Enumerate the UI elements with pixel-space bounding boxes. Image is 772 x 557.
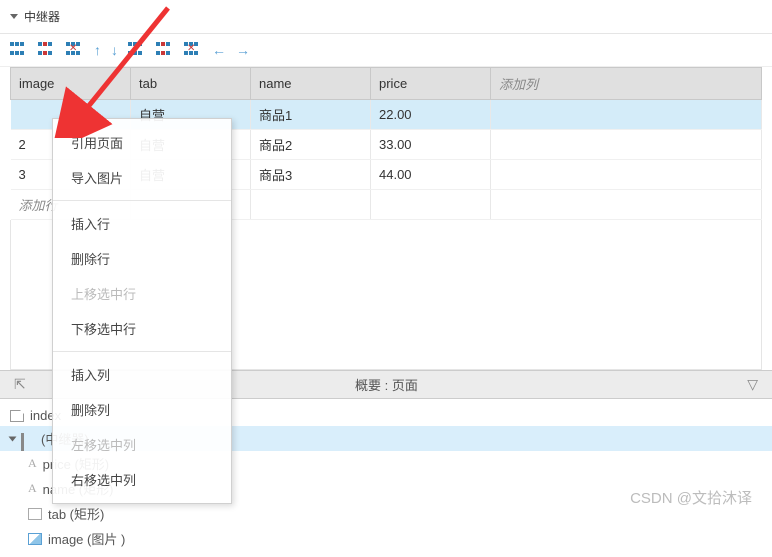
toolbar: ↑ ↓ ← → [0, 34, 772, 67]
move-right-icon[interactable]: → [236, 42, 250, 58]
tree-item[interactable]: image (图片 ) [0, 526, 772, 551]
move-left-icon[interactable]: ← [212, 42, 226, 58]
menu-move-row-up: 上移选中行 [53, 276, 231, 311]
text-icon: A [28, 456, 37, 471]
menu-separator [53, 200, 231, 201]
cell-price[interactable]: 33.00 [371, 130, 491, 160]
cell-empty[interactable] [491, 100, 762, 130]
tree-label: image (图片 ) [48, 529, 125, 548]
menu-move-row-down[interactable]: 下移选中行 [53, 311, 231, 346]
delete-col-icon[interactable] [184, 42, 202, 58]
cell-price[interactable]: 22.00 [371, 100, 491, 130]
outline-pin-icon[interactable]: ⇱ [10, 376, 30, 393]
move-up-icon[interactable]: ↑ [94, 42, 101, 58]
caret-down-icon [10, 14, 18, 19]
text-icon: A [28, 481, 37, 496]
image-icon [28, 533, 42, 545]
cell-name[interactable]: 商品3 [251, 160, 371, 190]
menu-move-col-right[interactable]: 右移选中列 [53, 462, 231, 497]
cell-price[interactable]: 44.00 [371, 160, 491, 190]
tree-label: tab (矩形) [48, 504, 104, 523]
insert-col-before-icon[interactable] [128, 42, 146, 58]
insert-row-after-icon[interactable] [38, 42, 56, 58]
menu-insert-row[interactable]: 插入行 [53, 206, 231, 241]
move-down-icon[interactable]: ↓ [111, 42, 118, 58]
col-name[interactable]: name [251, 68, 371, 100]
delete-row-icon[interactable] [66, 42, 84, 58]
menu-move-col-left: 左移选中列 [53, 427, 231, 462]
filter-icon[interactable]: ▽ [743, 376, 762, 393]
menu-insert-col[interactable]: 插入列 [53, 357, 231, 392]
section-title: 中继器 [24, 8, 60, 25]
menu-delete-col[interactable]: 删除列 [53, 392, 231, 427]
menu-delete-row[interactable]: 删除行 [53, 241, 231, 276]
menu-ref-page[interactable]: 引用页面 [53, 125, 231, 160]
col-price[interactable]: price [371, 68, 491, 100]
cell-name[interactable]: 商品2 [251, 130, 371, 160]
expand-icon[interactable] [9, 436, 17, 441]
context-menu: 引用页面 导入图片 插入行 删除行 上移选中行 下移选中行 插入列 删除列 左移… [52, 118, 232, 504]
cell-empty[interactable] [491, 160, 762, 190]
page-icon [10, 410, 24, 422]
repeater-icon [21, 433, 35, 445]
section-header[interactable]: 中继器 [0, 0, 772, 34]
col-image[interactable]: image [11, 68, 131, 100]
add-column[interactable]: 添加列 [491, 68, 762, 100]
table-header-row: image tab name price 添加列 [11, 68, 762, 100]
cell-empty[interactable] [491, 130, 762, 160]
menu-separator [53, 351, 231, 352]
watermark: CSDN @文拾沐译 [630, 487, 752, 508]
menu-import-image[interactable]: 导入图片 [53, 160, 231, 195]
insert-row-before-icon[interactable] [10, 42, 28, 58]
insert-col-after-icon[interactable] [156, 42, 174, 58]
cell-name[interactable]: 商品1 [251, 100, 371, 130]
rect-icon [28, 508, 42, 520]
col-tab[interactable]: tab [131, 68, 251, 100]
